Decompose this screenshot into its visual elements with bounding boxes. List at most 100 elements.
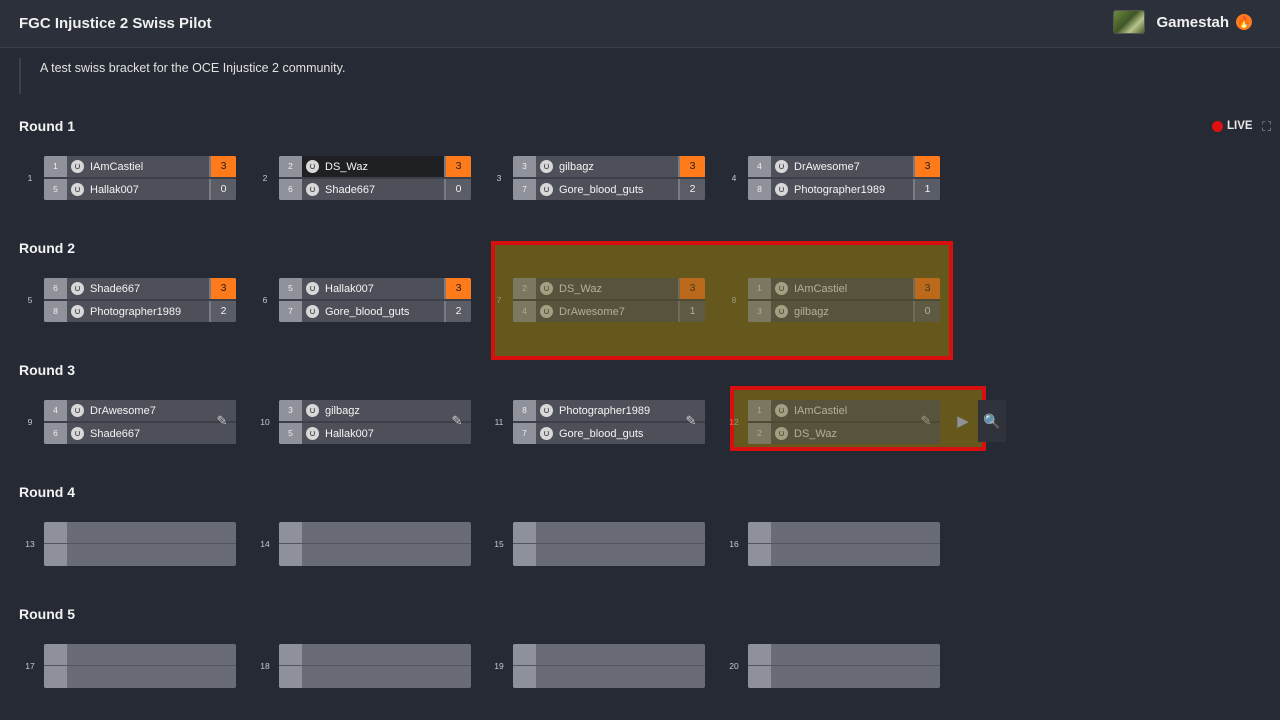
- chevron-down-icon[interactable]: ⌄: [1243, 16, 1252, 29]
- player-name-cell[interactable]: IAmCastiel: [67, 156, 209, 177]
- player-row[interactable]: 1 IAmCastiel 3: [44, 156, 236, 177]
- match-card[interactable]: 5 Hallak007 3 7 Gore_blood_guts 2: [279, 278, 471, 322]
- edit-icon[interactable]: ✎: [918, 413, 934, 429]
- match-17[interactable]: 17: [25, 644, 236, 688]
- player-row[interactable]: 6 Shade667: [44, 423, 236, 444]
- match-card[interactable]: [748, 644, 940, 688]
- match-15[interactable]: 15: [494, 522, 705, 566]
- player-name-cell[interactable]: DrAwesome7: [771, 156, 913, 177]
- player-row[interactable]: 3 gilbagz 0: [748, 301, 940, 322]
- player-name-cell[interactable]: Shade667: [302, 179, 444, 200]
- match-8[interactable]: 8 1 IAmCastiel 3 3 gilbagz 0: [732, 278, 940, 322]
- match-card[interactable]: 2 DS_Waz 3 6 Shade667 0: [279, 156, 471, 200]
- match-19[interactable]: 19: [494, 644, 705, 688]
- match-3[interactable]: 3 3 gilbagz 3 7 Gore_blood_guts 2: [497, 156, 705, 200]
- edit-icon[interactable]: ✎: [449, 413, 465, 429]
- player-row[interactable]: 5 Hallak007: [279, 423, 471, 444]
- edit-icon[interactable]: ✎: [683, 413, 699, 429]
- match-18[interactable]: 18: [260, 644, 471, 688]
- match-card[interactable]: 4 DrAwesome7 6 Shade667 ✎: [44, 400, 236, 444]
- live-indicator[interactable]: LIVE: [1212, 120, 1253, 132]
- match-card[interactable]: 2 DS_Waz 3 4 DrAwesome7 1: [513, 278, 705, 322]
- player-row[interactable]: 5 Hallak007 0: [44, 179, 236, 200]
- player-row[interactable]: 2 DS_Waz 3: [279, 156, 471, 177]
- player-name-cell[interactable]: gilbagz: [771, 301, 913, 322]
- match-card[interactable]: [279, 522, 471, 566]
- player-row[interactable]: 4 DrAwesome7 3: [748, 156, 940, 177]
- player-name-cell[interactable]: Photographer1989: [771, 179, 913, 200]
- player-row[interactable]: 8 Photographer1989: [513, 400, 705, 421]
- match-card[interactable]: 8 Photographer1989 7 Gore_blood_guts ✎: [513, 400, 705, 444]
- match-12[interactable]: 12 1 IAmCastiel 2 DS_Waz ✎: [729, 400, 940, 444]
- player-name-cell[interactable]: Shade667: [67, 278, 209, 299]
- player-name-cell[interactable]: Gore_blood_guts: [302, 301, 444, 322]
- player-row[interactable]: 7 Gore_blood_guts 2: [279, 301, 471, 322]
- match-card[interactable]: 4 DrAwesome7 3 8 Photographer1989 1: [748, 156, 940, 200]
- match-card[interactable]: [513, 644, 705, 688]
- match-2[interactable]: 2 2 DS_Waz 3 6 Shade667 0: [263, 156, 471, 200]
- match-6[interactable]: 6 5 Hallak007 3 7 Gore_blood_guts 2: [263, 278, 471, 322]
- player-name-cell[interactable]: IAmCastiel: [771, 278, 913, 299]
- match-4[interactable]: 4 4 DrAwesome7 3 8 Photographer1989 1: [732, 156, 940, 200]
- player-name-cell[interactable]: IAmCastiel: [771, 400, 913, 421]
- player-row[interactable]: 1 IAmCastiel: [748, 400, 940, 421]
- match-card[interactable]: 1 IAmCastiel 3 5 Hallak007 0: [44, 156, 236, 200]
- match-card[interactable]: 3 gilbagz 5 Hallak007 ✎: [279, 400, 471, 444]
- player-row[interactable]: 1 IAmCastiel 3: [748, 278, 940, 299]
- match-card[interactable]: 1 IAmCastiel 2 DS_Waz ✎: [748, 400, 940, 444]
- player-row[interactable]: 4 DrAwesome7 1: [513, 301, 705, 322]
- match-1[interactable]: 1 1 IAmCastiel 3 5 Hallak007 0: [28, 156, 236, 200]
- match-card[interactable]: [44, 522, 236, 566]
- match-card[interactable]: [748, 522, 940, 566]
- player-row[interactable]: 3 gilbagz: [279, 400, 471, 421]
- player-row[interactable]: 2 DS_Waz 3: [513, 278, 705, 299]
- match-card[interactable]: [513, 522, 705, 566]
- match-7[interactable]: 7 2 DS_Waz 3 4 DrAwesome7 1: [497, 278, 705, 322]
- player-row[interactable]: 8 Photographer1989 2: [44, 301, 236, 322]
- match-5[interactable]: 5 6 Shade667 3 8 Photographer1989 2: [28, 278, 236, 322]
- match-13[interactable]: 13: [25, 522, 236, 566]
- player-name-cell[interactable]: Gore_blood_guts: [536, 179, 678, 200]
- player-row[interactable]: 4 DrAwesome7: [44, 400, 236, 421]
- user-avatar[interactable]: [1113, 10, 1146, 34]
- match-14[interactable]: 14: [260, 522, 471, 566]
- play-icon[interactable]: ▶: [948, 400, 978, 442]
- player-row[interactable]: 7 Gore_blood_guts 2: [513, 179, 705, 200]
- player-row[interactable]: 3 gilbagz 3: [513, 156, 705, 177]
- player-name-cell[interactable]: gilbagz: [536, 156, 678, 177]
- player-row[interactable]: 8 Photographer1989 1: [748, 179, 940, 200]
- player-row[interactable]: 2 DS_Waz: [748, 423, 940, 444]
- player-name-cell[interactable]: gilbagz: [302, 400, 444, 421]
- player-row[interactable]: 6 Shade667 0: [279, 179, 471, 200]
- player-name-cell[interactable]: Hallak007: [67, 179, 209, 200]
- player-name-cell[interactable]: DS_Waz: [302, 156, 444, 177]
- player-name-cell[interactable]: DrAwesome7: [67, 400, 209, 421]
- player-name-cell[interactable]: Hallak007: [302, 423, 444, 444]
- edit-icon[interactable]: ✎: [214, 413, 230, 429]
- match-11[interactable]: 11 8 Photographer1989 7 Gore_blood_guts ✎: [495, 400, 705, 444]
- match-card[interactable]: 6 Shade667 3 8 Photographer1989 2: [44, 278, 236, 322]
- player-row[interactable]: 5 Hallak007 3: [279, 278, 471, 299]
- player-name-cell[interactable]: Shade667: [67, 423, 209, 444]
- player-name-cell[interactable]: DS_Waz: [536, 278, 678, 299]
- match-card[interactable]: 3 gilbagz 3 7 Gore_blood_guts 2: [513, 156, 705, 200]
- search-icon[interactable]: 🔍: [978, 400, 1006, 442]
- player-row[interactable]: 6 Shade667 3: [44, 278, 236, 299]
- match-20[interactable]: 20: [729, 644, 940, 688]
- match-10[interactable]: 10 3 gilbagz 5 Hallak007 ✎: [260, 400, 471, 444]
- match-card[interactable]: [44, 644, 236, 688]
- player-name-cell[interactable]: Photographer1989: [536, 400, 678, 421]
- match-9[interactable]: 9 4 DrAwesome7 6 Shade667 ✎: [28, 400, 236, 444]
- player-name-cell[interactable]: Gore_blood_guts: [536, 423, 678, 444]
- player-name-cell[interactable]: DrAwesome7: [536, 301, 678, 322]
- player-row[interactable]: 7 Gore_blood_guts: [513, 423, 705, 444]
- fullscreen-icon[interactable]: ⛶: [1262, 120, 1275, 133]
- match-card[interactable]: [279, 644, 471, 688]
- user-menu[interactable]: Gamestah 🔥 ⌄: [1113, 10, 1252, 34]
- match-card[interactable]: 1 IAmCastiel 3 3 gilbagz 0: [748, 278, 940, 322]
- player-name-cell[interactable]: DS_Waz: [771, 423, 913, 444]
- player-name-cell[interactable]: Hallak007: [302, 278, 444, 299]
- match-16[interactable]: 16: [729, 522, 940, 566]
- username[interactable]: Gamestah: [1156, 14, 1229, 31]
- player-name-cell[interactable]: Photographer1989: [67, 301, 209, 322]
